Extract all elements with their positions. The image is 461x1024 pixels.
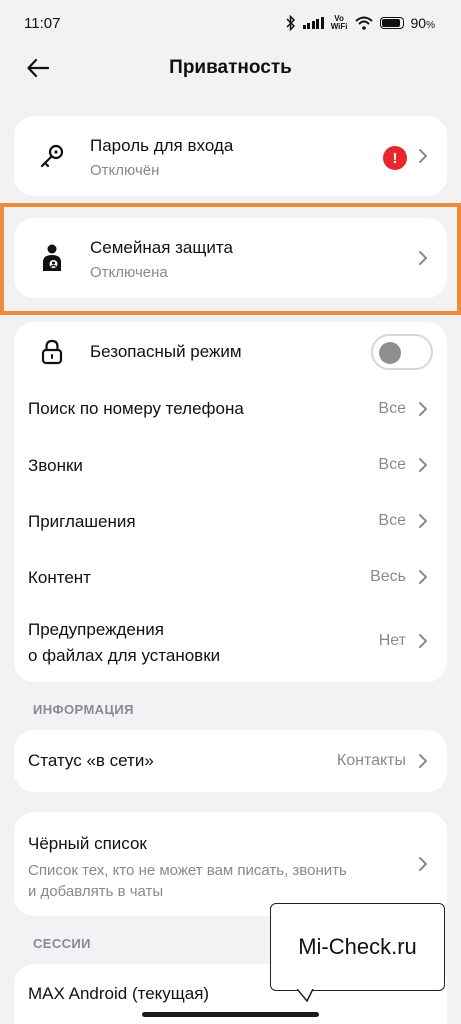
sessions-section-label: СЕССИИ bbox=[33, 936, 91, 951]
page-title: Приватность bbox=[169, 57, 292, 78]
arrow-left-icon bbox=[27, 59, 49, 77]
install-warnings-title-line2: о файлах для установки bbox=[28, 646, 221, 665]
key-icon bbox=[38, 142, 66, 170]
status-time: 11:07 bbox=[24, 14, 61, 32]
chevron-right-icon bbox=[419, 149, 427, 163]
phone-search-value: Все bbox=[378, 400, 406, 417]
online-status-title: Статус «в сети» bbox=[28, 751, 154, 770]
login-password-status: Отключён bbox=[90, 162, 160, 179]
invitations-value: Все bbox=[378, 512, 406, 529]
safe-mode-row[interactable]: Безопасный режим bbox=[14, 322, 447, 382]
install-warnings-title-line1: Предупреждения bbox=[28, 620, 164, 639]
calls-title: Звонки bbox=[28, 456, 83, 475]
battery-fill bbox=[381, 19, 400, 27]
blacklist-row[interactable]: Чёрный список Список тех, кто не может в… bbox=[14, 812, 447, 916]
back-button[interactable] bbox=[24, 54, 52, 82]
vowifi-label: Vo WiFi bbox=[330, 14, 348, 31]
online-status-row[interactable]: Статус «в сети» Контакты bbox=[14, 730, 447, 792]
privacy-settings-card: Безопасный режим Поиск по номеру телефон… bbox=[14, 322, 447, 682]
watermark-tooltip: Mi-Check.ru bbox=[270, 903, 445, 1002]
install-warnings-value: Нет bbox=[378, 632, 406, 649]
chevron-right-icon bbox=[419, 402, 427, 416]
blacklist-title: Чёрный список bbox=[28, 834, 147, 853]
battery-percent: 90% bbox=[410, 15, 435, 31]
login-password-title: Пароль для входа bbox=[90, 136, 234, 155]
info-section-label: ИНФОРМАЦИЯ bbox=[33, 702, 134, 717]
battery-icon bbox=[379, 17, 404, 29]
content-value: Весь bbox=[370, 568, 406, 585]
login-password-card: Пароль для входа Отключён ! bbox=[14, 116, 447, 196]
invitations-title: Приглашения bbox=[28, 512, 136, 531]
chevron-right-icon bbox=[419, 634, 427, 648]
install-warnings-text: Предупреждения о файлах для установки bbox=[28, 620, 220, 666]
blacklist-card: Чёрный список Список тех, кто не может в… bbox=[14, 812, 447, 916]
status-icons: Vo WiFi 90% bbox=[286, 15, 435, 31]
status-bar: 11:07 Vo WiFi 90% bbox=[0, 0, 461, 46]
phone-search-title: Поиск по номеру телефона bbox=[28, 399, 244, 418]
home-indicator[interactable] bbox=[142, 1012, 319, 1017]
lock-icon bbox=[38, 338, 66, 366]
warning-badge: ! bbox=[383, 146, 407, 170]
current-session-title: MAX Android (текущая) bbox=[28, 984, 210, 1003]
chevron-right-icon bbox=[419, 514, 427, 528]
blacklist-text: Чёрный список Список тех, кто не может в… bbox=[28, 834, 347, 900]
content-row[interactable]: Контент Весь bbox=[14, 548, 447, 604]
toggle-knob bbox=[379, 342, 401, 364]
calls-value: Все bbox=[378, 456, 406, 473]
wifi-icon bbox=[354, 16, 373, 30]
phone-search-row[interactable]: Поиск по номеру телефона Все bbox=[14, 382, 447, 436]
invitations-row[interactable]: Приглашения Все bbox=[14, 492, 447, 548]
safe-mode-toggle[interactable] bbox=[371, 334, 433, 370]
blacklist-subtitle-line1: Список тех, кто не может вам писать, зво… bbox=[28, 862, 347, 879]
login-password-row[interactable]: Пароль для входа Отключён ! bbox=[14, 116, 447, 196]
tooltip-pointer bbox=[297, 989, 314, 1002]
online-status-value: Контакты bbox=[336, 752, 406, 769]
watermark-text: Mi-Check.ru bbox=[298, 934, 417, 959]
safe-mode-title: Безопасный режим bbox=[90, 342, 242, 361]
online-status-card: Статус «в сети» Контакты bbox=[14, 730, 447, 792]
page-header: Приватность bbox=[0, 46, 461, 90]
calls-row[interactable]: Звонки Все bbox=[14, 436, 447, 492]
chevron-right-icon bbox=[419, 857, 427, 871]
blacklist-subtitle-line2: и добавлять в чаты bbox=[28, 883, 164, 900]
install-warnings-row[interactable]: Предупреждения о файлах для установки Не… bbox=[14, 604, 447, 682]
content-title: Контент bbox=[28, 568, 91, 587]
chevron-right-icon bbox=[419, 754, 427, 768]
chevron-right-icon bbox=[419, 570, 427, 584]
login-password-text: Пароль для входа Отключён bbox=[90, 136, 233, 179]
highlight-frame bbox=[0, 203, 461, 315]
cellular-signal-icon bbox=[302, 17, 324, 29]
bluetooth-icon bbox=[286, 15, 295, 31]
chevron-right-icon bbox=[419, 458, 427, 472]
